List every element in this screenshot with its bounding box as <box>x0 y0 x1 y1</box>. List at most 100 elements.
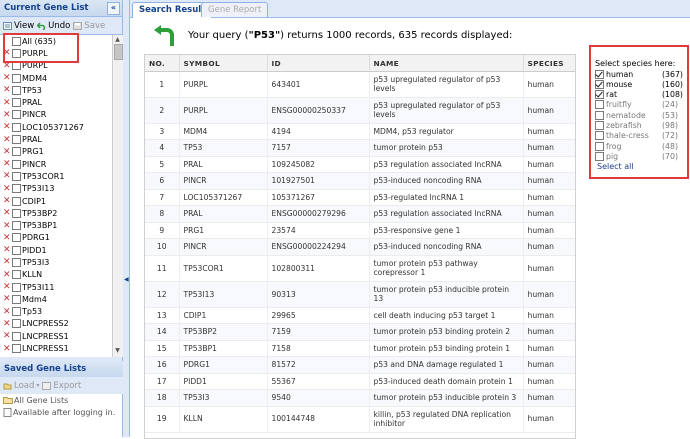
gene-list-item[interactable]: ✕ TP53 <box>0 84 112 96</box>
species-option-zebrafish[interactable]: zebrafish (98) <box>595 121 690 131</box>
species-checkbox[interactable] <box>595 121 604 130</box>
gene-list-item[interactable]: ✕ TP53COR1 <box>0 170 112 182</box>
species-option-rat[interactable]: rat (108) <box>595 90 690 100</box>
remove-icon[interactable]: ✕ <box>3 307 11 317</box>
undo-button[interactable]: Undo <box>37 21 70 31</box>
gene-checkbox[interactable] <box>12 147 21 157</box>
gene-list-item[interactable]: ✕ PINCR <box>0 158 112 170</box>
species-option-pig[interactable]: pig (70) <box>595 151 690 161</box>
table-row[interactable]: 5 PRAL 109245082 p53 regulation associated … <box>145 156 575 174</box>
species-option-nematode[interactable]: nematode (53) <box>595 110 690 120</box>
gene-checkbox[interactable] <box>12 122 21 132</box>
species-option-mouse[interactable]: mouse (160) <box>595 79 690 89</box>
load-button[interactable]: Load ▾ <box>3 381 39 391</box>
gene-checkbox[interactable] <box>12 135 21 145</box>
save-button[interactable]: Save <box>73 21 105 31</box>
gene-checkbox[interactable] <box>12 221 21 231</box>
remove-icon[interactable]: ✕ <box>3 98 11 108</box>
gene-checkbox[interactable] <box>12 294 21 304</box>
select-all-link[interactable]: Select all <box>597 162 634 171</box>
gene-checkbox[interactable] <box>12 245 21 255</box>
remove-icon[interactable]: ✕ <box>3 233 11 243</box>
collapse-panel-button[interactable]: « <box>107 2 120 15</box>
gene-list-item[interactable]: ✕ PRAL <box>0 133 112 145</box>
species-option-frog[interactable]: frog (48) <box>595 141 690 151</box>
remove-icon[interactable]: ✕ <box>3 73 11 83</box>
remove-icon[interactable]: ✕ <box>3 257 11 267</box>
remove-icon[interactable]: ✕ <box>3 147 11 157</box>
gene-checkbox[interactable] <box>12 110 21 120</box>
species-checkbox[interactable] <box>595 141 604 151</box>
list-item[interactable]: All Gene Lists <box>0 394 122 406</box>
remove-icon[interactable]: ✕ <box>3 122 11 132</box>
table-row[interactable]: 6 PINCR 101927501 p53-induced noncoding RNA… <box>145 172 575 190</box>
remove-icon[interactable]: ✕ <box>3 282 11 292</box>
column-header[interactable]: SPECIES <box>523 55 575 72</box>
column-header[interactable]: SYMBOL <box>179 55 268 72</box>
remove-icon[interactable]: ✕ <box>3 270 11 280</box>
back-arrow-icon[interactable] <box>152 25 176 47</box>
gene-checkbox[interactable] <box>12 171 21 181</box>
gene-checkbox[interactable] <box>12 344 21 354</box>
table-row[interactable]: 19 KLLN 100144748 killin, p53 regulated DNA… <box>145 406 575 433</box>
table-row[interactable]: 10 PINCR ENSG00000224294 p53-induced noncod… <box>145 238 575 256</box>
table-row[interactable]: 14 TP53BP2 7159 tumor protein p53 binding p… <box>145 323 575 341</box>
gene-list-item[interactable]: ✕ PRAL <box>0 96 112 108</box>
gene-list-item[interactable]: ✕ CDIP1 <box>0 195 112 207</box>
scroll-down-icon[interactable]: ▼ <box>114 347 121 354</box>
remove-icon[interactable]: ✕ <box>3 85 11 95</box>
remove-icon[interactable]: ✕ <box>3 245 11 255</box>
table-row[interactable]: 3 MDM4 4194 MDM4, p53 regulator human <box>145 123 575 141</box>
remove-icon[interactable]: ✕ <box>3 344 11 354</box>
remove-icon[interactable]: ✕ <box>3 319 11 329</box>
gene-list-item[interactable]: ✕ TP53BP2 <box>0 207 112 219</box>
gene-list-item[interactable]: ✕ TP53I11 <box>0 281 112 293</box>
remove-icon[interactable]: ✕ <box>3 159 11 169</box>
gene-list-item[interactable]: ✕ LNCPRESS1 <box>0 330 112 342</box>
gene-checkbox[interactable] <box>12 98 21 108</box>
species-checkbox[interactable] <box>595 131 604 141</box>
remove-icon[interactable]: ✕ <box>3 135 11 145</box>
gene-list-item[interactable]: ✕ TP53I13 <box>0 183 112 195</box>
table-row[interactable]: 17 PIDD1 55367 p53-induced death domain pro… <box>145 373 575 391</box>
gene-checkbox[interactable] <box>12 208 21 218</box>
gene-checkbox[interactable] <box>12 270 21 280</box>
species-checkbox[interactable] <box>595 90 604 100</box>
species-checkbox[interactable] <box>595 151 604 161</box>
remove-icon[interactable]: ✕ <box>3 184 11 194</box>
species-checkbox[interactable] <box>595 110 604 120</box>
gene-checkbox[interactable] <box>12 282 21 292</box>
table-row[interactable]: 13 CDIP1 29965 cell death inducing p53 targ… <box>145 307 575 325</box>
scroll-thumb[interactable] <box>114 44 123 60</box>
gene-list-item[interactable]: ✕ MDM4 <box>0 72 112 84</box>
gene-checkbox[interactable] <box>12 331 21 341</box>
panel-splitter[interactable] <box>123 0 130 437</box>
remove-icon[interactable]: ✕ <box>3 208 11 218</box>
table-row[interactable]: 4 TP53 7157 tumor protein p53 human <box>145 139 575 157</box>
table-row[interactable]: 16 PDRG1 81572 p53 and DNA damage regulated… <box>145 356 575 374</box>
view-button[interactable]: View <box>3 21 34 31</box>
remove-icon[interactable]: ✕ <box>3 196 11 206</box>
table-row[interactable]: 2 PURPL ENSG00000250337 p53 upregulated reg… <box>145 97 575 124</box>
gene-list-item[interactable]: ✕ KLLN <box>0 269 112 281</box>
table-row[interactable]: 12 TP53I13 90313 tumor protein p53 inducibl… <box>145 281 575 308</box>
gene-checkbox[interactable] <box>12 73 21 83</box>
table-row[interactable]: 15 TP53BP1 7158 tumor protein p53 binding p… <box>145 340 575 358</box>
column-header[interactable]: NAME <box>369 55 524 72</box>
species-checkbox[interactable] <box>595 69 604 79</box>
remove-icon[interactable]: ✕ <box>3 110 11 120</box>
table-row[interactable]: 11 TP53COR1 102800311 tumor protein p53 pat… <box>145 255 575 282</box>
splitter-arrow-icon[interactable]: ◀ <box>124 276 129 283</box>
gene-list-item[interactable]: ✕ TP53I3 <box>0 256 112 268</box>
gene-checkbox[interactable] <box>12 85 21 95</box>
gene-checkbox[interactable] <box>12 307 21 317</box>
species-option-thale-cress[interactable]: thale-cress (72) <box>595 131 690 141</box>
gene-list-item[interactable]: ✕ LNCPRESS2 <box>0 318 112 330</box>
gene-checkbox[interactable] <box>12 159 21 169</box>
column-header[interactable]: ID <box>267 55 370 72</box>
tab-gene-report[interactable]: Gene Report <box>201 2 269 17</box>
gene-checkbox[interactable] <box>12 196 21 206</box>
species-checkbox[interactable] <box>595 79 604 89</box>
table-row[interactable]: 7 LOC105371267 105371267 p53-regulated lncR… <box>145 189 575 207</box>
gene-list-item[interactable]: ✕ PIDD1 <box>0 244 112 256</box>
